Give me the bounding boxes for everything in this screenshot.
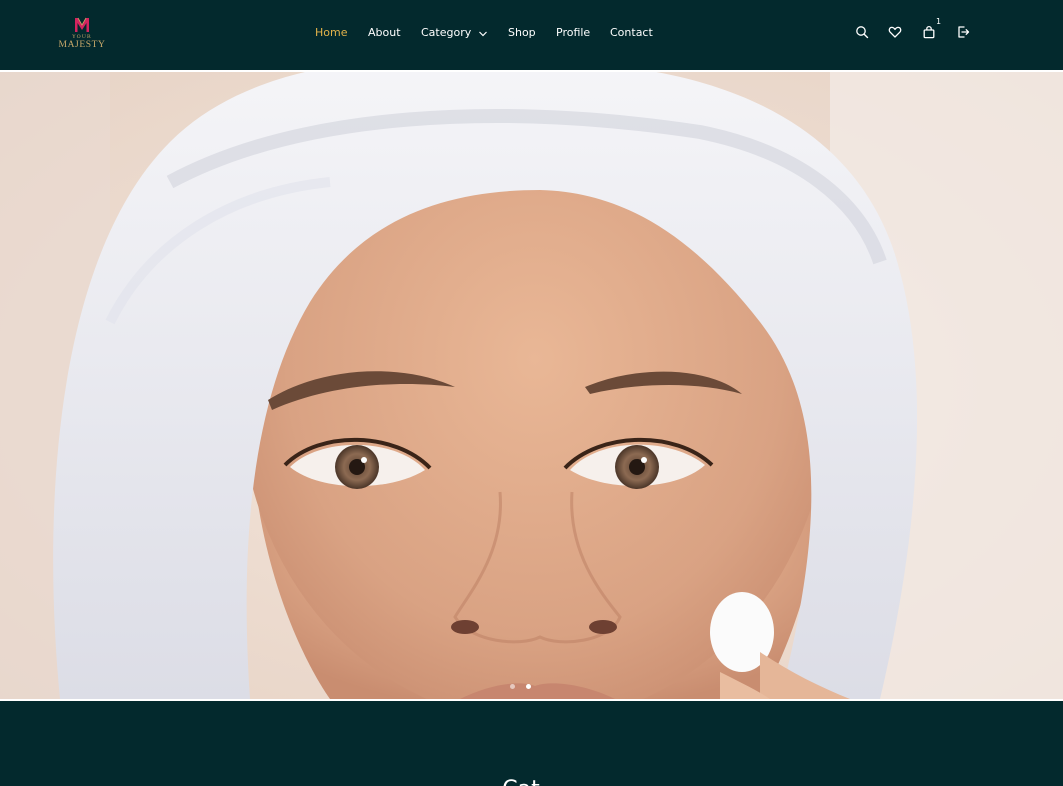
nav-home[interactable]: Home bbox=[315, 26, 347, 40]
hero-slider[interactable] bbox=[0, 72, 1063, 699]
slider-dot-2[interactable] bbox=[526, 684, 531, 689]
section-title: Cat... bbox=[0, 777, 1063, 786]
nav-shop[interactable]: Shop bbox=[508, 26, 536, 40]
cart-count-badge: 1 bbox=[936, 17, 942, 26]
chevron-down-icon[interactable] bbox=[478, 29, 488, 39]
hero-image bbox=[0, 72, 1063, 699]
nav-contact[interactable]: Contact bbox=[610, 26, 653, 40]
shopping-bag-icon[interactable] bbox=[922, 25, 936, 39]
slider-dot-1[interactable] bbox=[510, 684, 515, 689]
main-nav: Home About Category Shop Profile Contact bbox=[0, 0, 1063, 70]
search-icon[interactable] bbox=[855, 25, 869, 39]
site-header: YOUR MAJESTY Home About Category Shop Pr… bbox=[0, 0, 1063, 70]
nav-category[interactable]: Category bbox=[421, 26, 471, 40]
category-section: Cat... bbox=[0, 701, 1063, 786]
logout-icon[interactable] bbox=[956, 25, 970, 39]
heart-icon[interactable] bbox=[888, 25, 902, 39]
slider-dots bbox=[505, 684, 545, 692]
nav-profile[interactable]: Profile bbox=[556, 26, 590, 40]
nav-about[interactable]: About bbox=[368, 26, 401, 40]
